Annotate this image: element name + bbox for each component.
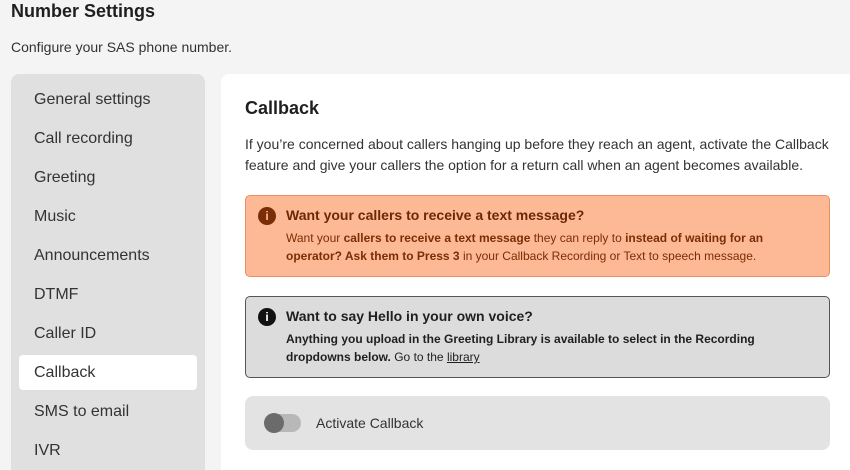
- alert-text-bold: Anything you upload in the Greeting Libr…: [286, 332, 755, 364]
- alert-text-part: Want your: [286, 231, 344, 245]
- section-description: If you’re concerned about callers hangin…: [245, 136, 829, 173]
- library-link[interactable]: library: [447, 350, 480, 364]
- alert-text-bold: callers to receive a text message: [343, 231, 531, 245]
- sidebar-item-caller-id[interactable]: Caller ID: [19, 316, 197, 351]
- info-icon: i: [258, 308, 276, 326]
- sidebar-item-sms-to-email[interactable]: SMS to email: [19, 394, 197, 429]
- sidebar-item-call-recording[interactable]: Call recording: [19, 121, 197, 156]
- sidebar-item-music[interactable]: Music: [19, 199, 197, 234]
- alert-text-part: Go to the: [390, 350, 447, 364]
- greeting-library-alert: i Want to say Hello in your own voice? A…: [245, 296, 830, 378]
- sidebar-item-ivr[interactable]: IVR: [19, 433, 197, 468]
- page-title: Number Settings: [11, 1, 156, 21]
- sidebar-item-callback[interactable]: Callback: [19, 355, 197, 390]
- alert-text-part: they can reply to: [530, 231, 626, 245]
- toggle-knob: [264, 413, 284, 433]
- alert-title: Want to say Hello in your own voice?: [286, 308, 533, 324]
- alert-title: Want your callers to receive a text mess…: [286, 207, 585, 223]
- settings-sidebar: General settings Call recording Greeting…: [11, 74, 205, 470]
- alert-text-part: in your Callback Recording or Text to sp…: [459, 249, 757, 263]
- text-message-alert: i Want your callers to receive a text me…: [245, 195, 830, 277]
- activate-callback-toggle[interactable]: [264, 413, 301, 433]
- info-icon: i: [258, 207, 276, 225]
- sidebar-item-announcements[interactable]: Announcements: [19, 238, 197, 273]
- activate-callback-row: Activate Callback: [245, 396, 830, 450]
- activate-callback-label: Activate Callback: [316, 415, 424, 431]
- section-title: Callback: [245, 98, 320, 118]
- alert-text: Want your callers to receive a text mess…: [286, 229, 815, 265]
- callback-panel: Callback If you’re concerned about calle…: [221, 74, 850, 470]
- sidebar-item-general-settings[interactable]: General settings: [19, 82, 197, 117]
- sidebar-item-greeting[interactable]: Greeting: [19, 160, 197, 195]
- alert-text: Anything you upload in the Greeting Libr…: [286, 330, 815, 366]
- sidebar-item-dtmf[interactable]: DTMF: [19, 277, 197, 312]
- page-subtitle: Configure your SAS phone number.: [11, 39, 233, 55]
